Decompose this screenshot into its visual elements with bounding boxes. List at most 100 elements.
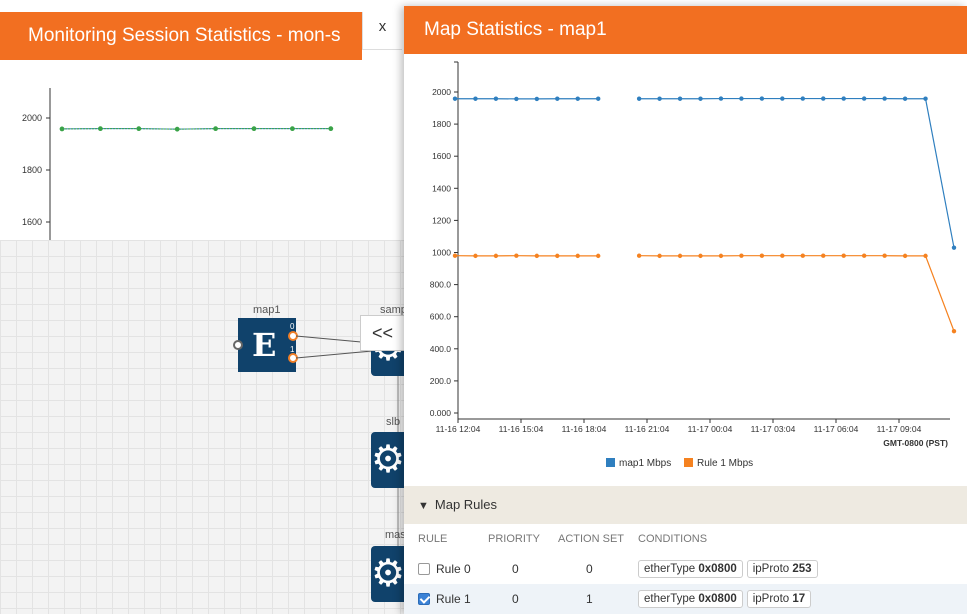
data-point	[575, 96, 580, 101]
data-point	[677, 253, 683, 259]
column-conditions: CONDITIONS	[638, 533, 708, 545]
data-point	[951, 245, 957, 250]
x-tick-label: 11-16 12:04	[436, 424, 481, 434]
collapse-panel-button[interactable]: <<	[360, 315, 404, 351]
x-tick-label: 11-16 18:04	[562, 424, 607, 434]
chart-legend: map1 Mbps Rule 1 Mbps	[606, 458, 753, 469]
data-point	[951, 328, 957, 334]
rule-1-checkbox[interactable]	[418, 593, 430, 605]
data-point	[514, 96, 519, 102]
data-point	[861, 253, 867, 258]
data-point	[514, 253, 519, 258]
data-point	[841, 253, 846, 258]
data-point	[657, 96, 662, 101]
data-point	[636, 96, 642, 101]
legend-label: Rule 1 Mbps	[697, 458, 753, 469]
condition-badge: etherType 0x0800	[638, 560, 743, 578]
condition-badge: ipProto 17	[746, 590, 812, 608]
data-point	[902, 253, 908, 259]
y-tick-label: 600.0	[430, 312, 452, 322]
data-point	[596, 253, 601, 259]
map-rules-toggle[interactable]: ▼ Map Rules	[404, 486, 967, 524]
rule-name: Rule 0	[436, 562, 471, 576]
data-point	[923, 96, 928, 101]
x-tick-label: 11-16 21:04	[625, 424, 670, 434]
monitoring-session-panel: Monitoring Session Statistics - mon-s x …	[0, 0, 407, 614]
data-point	[534, 253, 540, 259]
map-statistics-panel: Map Statistics - map1 0.000 200.0 400.0 600…	[404, 6, 967, 614]
data-point	[596, 96, 601, 101]
series-1	[452, 253, 957, 334]
data-point	[452, 96, 458, 101]
table-row[interactable]: Rule 1 0 1 etherType 0x0800 ipProto 17	[404, 584, 967, 614]
slb-node[interactable]: ⚙	[371, 432, 405, 488]
map-statistics-title: Map Statistics - map1	[404, 6, 967, 54]
data-point	[555, 253, 560, 259]
series-line	[639, 97, 955, 248]
rule-0-checkbox[interactable]	[418, 563, 430, 575]
y-tick-label: 800.0	[430, 280, 452, 290]
y-tick-label: 1600	[432, 151, 451, 161]
column-priority: PRIORITY	[488, 533, 540, 545]
x-tick-label: 11-17 00:04	[688, 424, 733, 434]
data-point	[780, 96, 785, 101]
y-tick-label: 1400	[432, 183, 451, 193]
data-point	[800, 96, 805, 101]
data-point	[657, 253, 662, 259]
rule-priority: 0	[512, 562, 519, 576]
data-point	[493, 96, 499, 101]
series-layer	[452, 96, 957, 334]
x-axis: 11-16 12:04 11-16 15:04 11-16 18:04 11-16 2…	[436, 418, 950, 434]
data-point	[698, 96, 703, 101]
table-header-row: RULE PRIORITY ACTION SET CONDITIONS	[404, 524, 967, 554]
condition-badge: ipProto 253	[746, 560, 818, 578]
data-point	[739, 253, 744, 258]
series-line	[639, 255, 955, 332]
y-tick-label: 200.0	[430, 376, 452, 386]
y-tick-label: 1200	[432, 215, 451, 225]
gear-icon: ⚙	[371, 439, 405, 481]
data-point	[821, 253, 826, 258]
data-point	[800, 253, 805, 258]
masking-node[interactable]: ⚙	[371, 546, 405, 602]
data-point	[677, 96, 683, 101]
rule-action-set: 1	[544, 584, 624, 614]
data-point	[923, 253, 928, 259]
data-point	[882, 253, 887, 258]
data-point	[718, 253, 724, 259]
data-point	[534, 96, 540, 102]
rule-priority: 0	[474, 584, 544, 614]
x-axis-label: GMT-0800 (PST)	[883, 438, 948, 448]
x-tick-label: 11-17 06:04	[814, 424, 859, 434]
data-point	[493, 253, 499, 259]
rule-action-set: 0	[586, 562, 593, 576]
y-tick-label: 0.000	[430, 408, 452, 418]
data-point	[759, 253, 765, 258]
data-point	[636, 253, 642, 258]
y-tick-label: 2000	[432, 87, 451, 97]
x-tick-label: 11-16 15:04	[499, 424, 544, 434]
chevron-down-icon: ▼	[418, 500, 429, 512]
map-stats-chart: 0.000 200.0 400.0 600.0 800.0 1000 1200 1400 160…	[430, 61, 957, 469]
condition-badge: etherType 0x0800	[638, 590, 743, 608]
connection-lines	[295, 335, 399, 551]
data-point	[452, 253, 458, 258]
y-tick-label: 1000	[432, 248, 451, 258]
data-point	[841, 96, 846, 101]
data-point	[473, 96, 478, 101]
slb-node-label: slb	[386, 416, 401, 428]
data-point	[861, 96, 867, 101]
data-point	[473, 253, 478, 259]
legend-swatch	[684, 458, 693, 467]
data-point	[882, 96, 887, 101]
column-action-set: ACTION SET	[558, 533, 625, 545]
data-point	[739, 96, 744, 101]
legend-swatch	[606, 458, 615, 467]
rules-table: RULE PRIORITY ACTION SET CONDITIONS Rule…	[404, 524, 967, 614]
series-0	[452, 96, 957, 250]
data-point	[821, 96, 826, 101]
masking-node-label: mas	[385, 529, 406, 541]
column-rule: RULE	[418, 533, 448, 545]
table-row[interactable]: Rule 0 0 0 etherType 0x0800 ipProto 253	[404, 554, 967, 584]
data-point	[575, 253, 580, 259]
